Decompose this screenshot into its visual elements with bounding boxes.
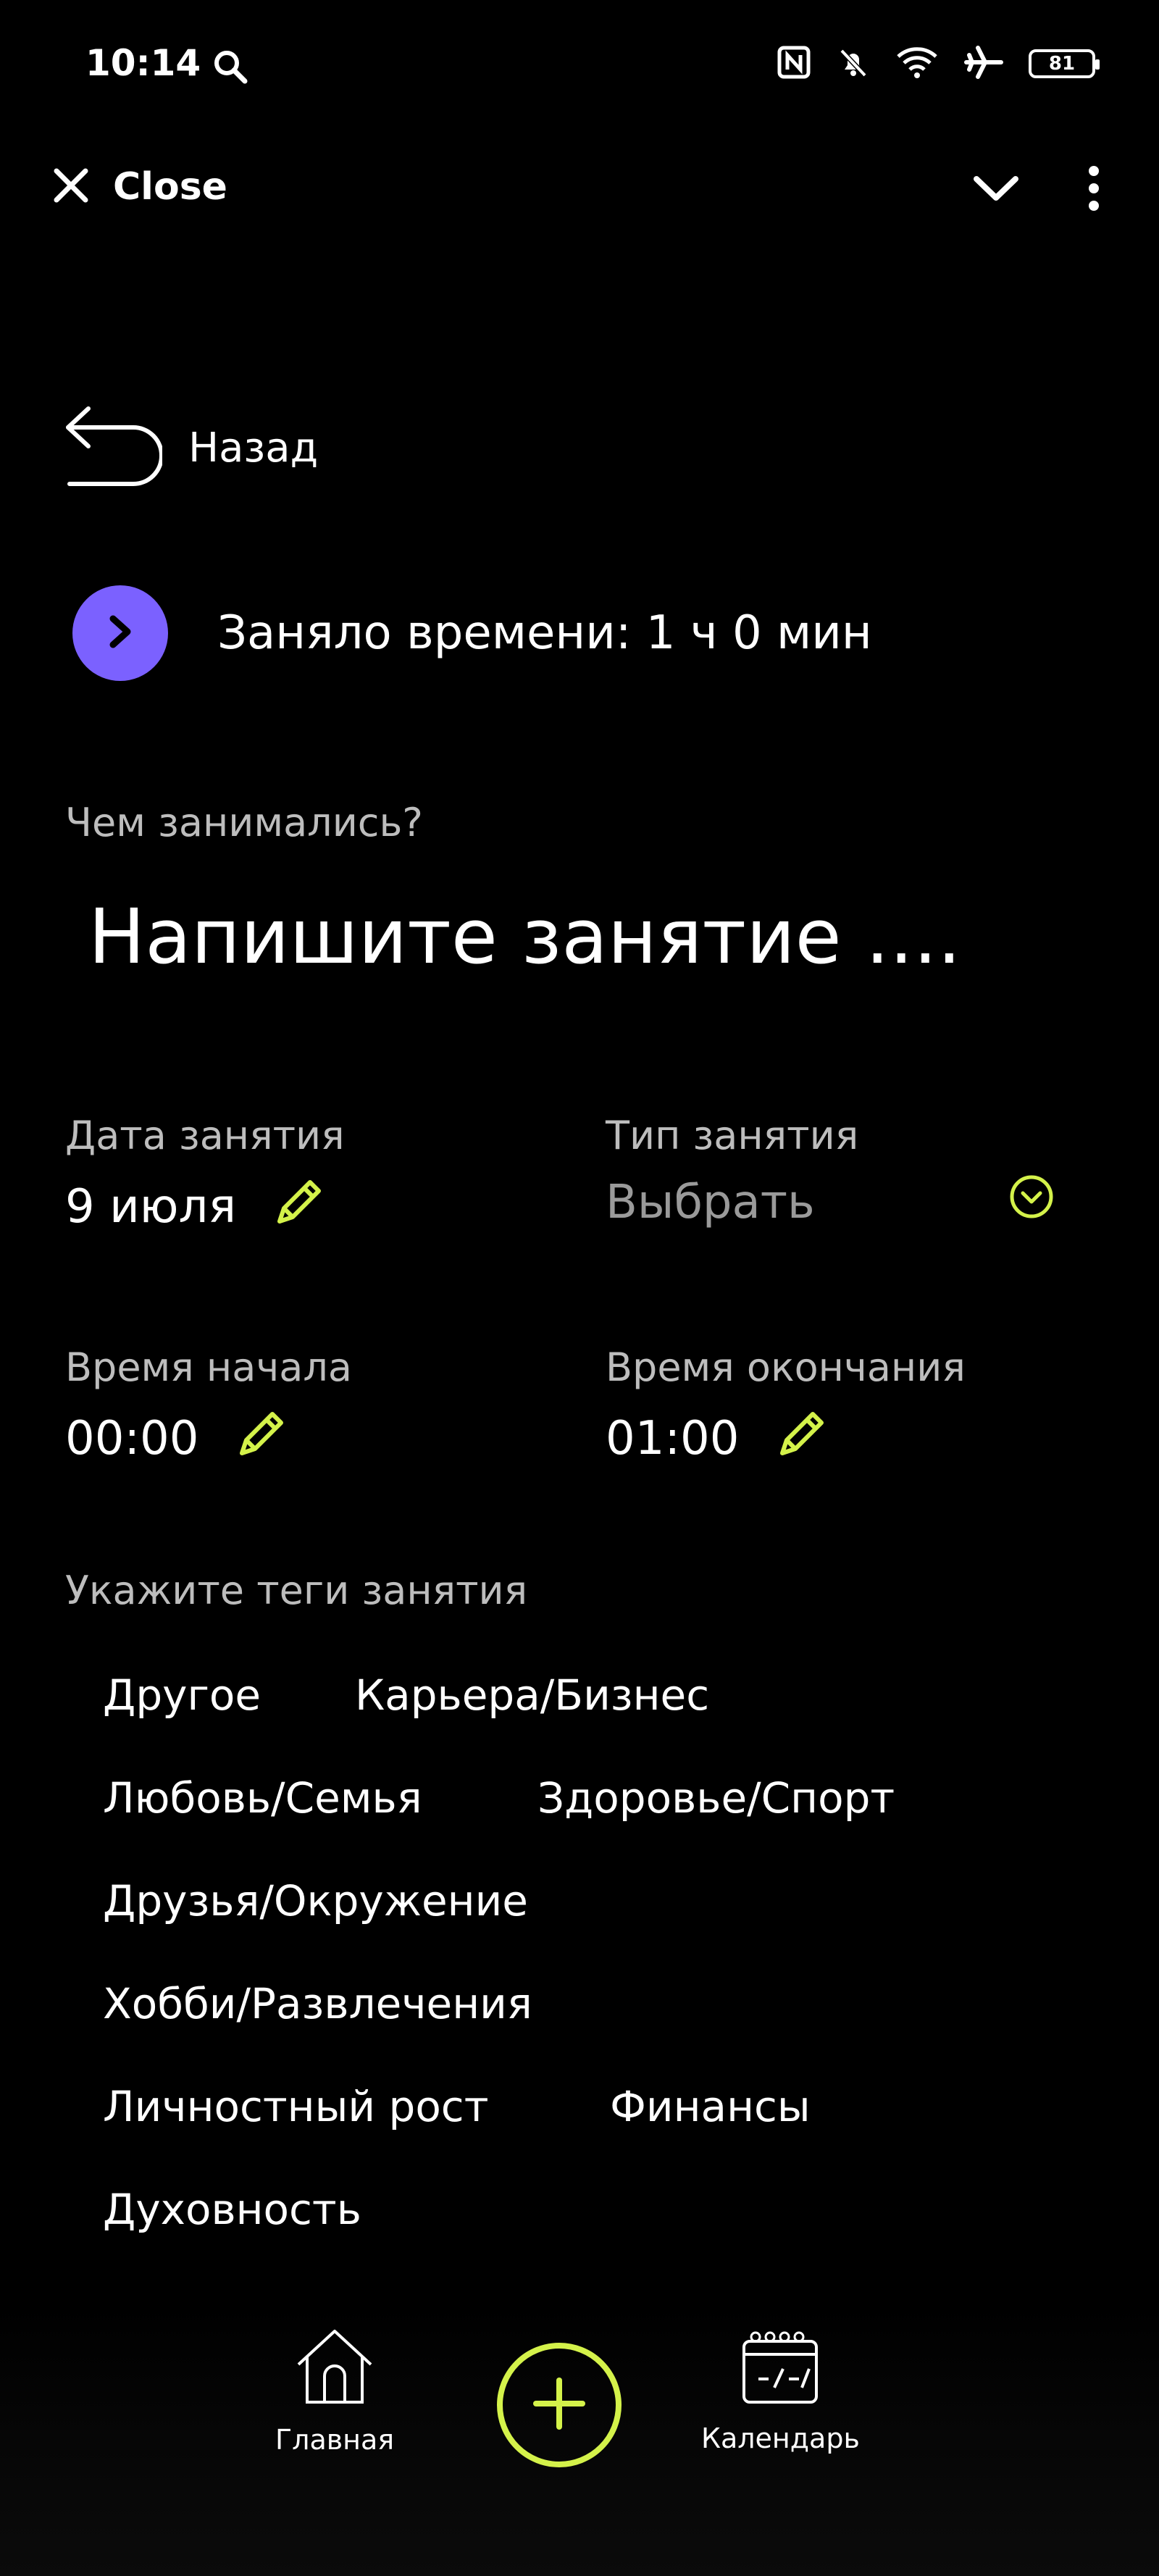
close-button[interactable]: Close bbox=[51, 165, 227, 209]
date-label: Дата занятия bbox=[65, 1113, 345, 1158]
airplane-icon bbox=[963, 45, 1004, 83]
search-icon bbox=[212, 48, 249, 88]
pencil-icon[interactable] bbox=[235, 1405, 290, 1472]
chevron-right-icon bbox=[104, 613, 136, 653]
dropdown-circle-icon bbox=[1008, 1174, 1055, 1231]
pencil-icon[interactable] bbox=[775, 1405, 830, 1472]
type-value: Выбрать bbox=[606, 1176, 815, 1229]
bell-off-icon bbox=[836, 45, 871, 83]
more-options-icon[interactable] bbox=[1087, 165, 1101, 214]
calendar-icon bbox=[738, 2328, 822, 2409]
plus-icon bbox=[530, 2375, 588, 2435]
status-icons: 81 bbox=[777, 45, 1100, 83]
expand-time-button[interactable] bbox=[72, 585, 168, 681]
back-arrow-icon bbox=[64, 404, 164, 491]
tag-chip[interactable]: Карьера/Бизнес bbox=[355, 1670, 709, 1720]
pencil-icon[interactable] bbox=[272, 1174, 327, 1240]
home-icon bbox=[291, 2324, 378, 2411]
tags-title: Укажите теги занятия bbox=[65, 1568, 528, 1613]
nav-calendar[interactable]: Календарь bbox=[701, 2328, 860, 2454]
nfc-icon bbox=[777, 45, 811, 83]
nav-home-label: Главная bbox=[275, 2424, 395, 2456]
top-actions bbox=[971, 165, 1101, 214]
type-select[interactable]: Выбрать bbox=[606, 1174, 1055, 1231]
status-time: 10:14 bbox=[85, 42, 201, 84]
tag-chip[interactable]: Духовность bbox=[103, 2185, 361, 2234]
type-label: Тип занятия bbox=[606, 1113, 859, 1158]
end-time-value: 01:00 bbox=[606, 1412, 740, 1465]
back-label: Назад bbox=[188, 424, 319, 472]
date-field[interactable]: 9 июля bbox=[65, 1174, 327, 1240]
chevron-down-icon[interactable] bbox=[971, 170, 1021, 209]
add-activity-button[interactable] bbox=[497, 2343, 622, 2467]
tag-chip[interactable]: Хобби/Развлечения bbox=[103, 1979, 532, 2028]
wifi-icon bbox=[895, 45, 939, 83]
tag-chip[interactable]: Другое bbox=[103, 1670, 261, 1720]
end-time-label: Время окончания bbox=[606, 1345, 966, 1390]
tag-chip[interactable]: Друзья/Окружение bbox=[103, 1876, 528, 1925]
start-time-value: 00:00 bbox=[65, 1412, 199, 1465]
activity-input[interactable] bbox=[88, 892, 1088, 981]
nav-home[interactable]: Главная bbox=[275, 2324, 394, 2456]
tag-chip[interactable]: Финансы bbox=[610, 2082, 811, 2131]
start-time-field[interactable]: 00:00 bbox=[65, 1405, 290, 1472]
activity-question: Чем занимались? bbox=[65, 800, 423, 845]
end-time-field[interactable]: 01:00 bbox=[606, 1405, 830, 1472]
time-taken-text: Заняло времени: 1 ч 0 мин bbox=[217, 606, 872, 660]
battery-indicator: 81 bbox=[1029, 49, 1100, 78]
tag-chip[interactable]: Любовь/Семья bbox=[103, 1773, 422, 1823]
date-value: 9 июля bbox=[65, 1180, 236, 1234]
back-button[interactable]: Назад bbox=[64, 404, 318, 491]
tag-chip[interactable]: Здоровье/Спорт bbox=[537, 1773, 895, 1823]
close-icon bbox=[51, 165, 91, 209]
close-label: Close bbox=[113, 165, 227, 209]
time-taken-row: Заняло времени: 1 ч 0 мин bbox=[72, 585, 872, 681]
start-time-label: Время начала bbox=[65, 1345, 352, 1390]
nav-calendar-label: Календарь bbox=[701, 2422, 860, 2454]
tag-chip[interactable]: Личностный рост bbox=[103, 2082, 488, 2131]
